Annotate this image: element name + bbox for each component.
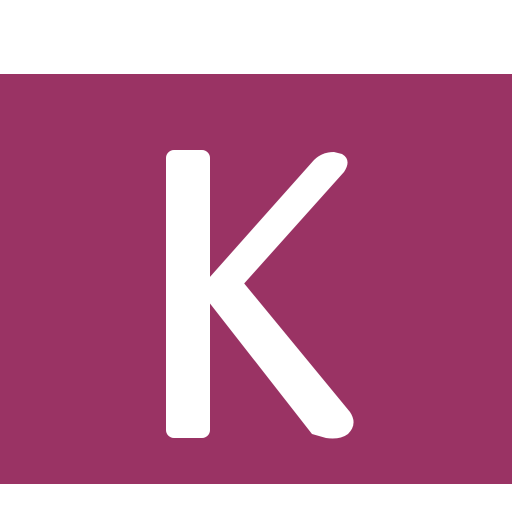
k-lower-leg bbox=[201, 265, 354, 439]
logo-canvas: K bbox=[0, 0, 512, 512]
k-letter-icon bbox=[166, 150, 354, 439]
top-whitespace bbox=[0, 0, 512, 74]
logo-tile: K bbox=[0, 74, 512, 484]
bottom-whitespace bbox=[0, 484, 512, 512]
